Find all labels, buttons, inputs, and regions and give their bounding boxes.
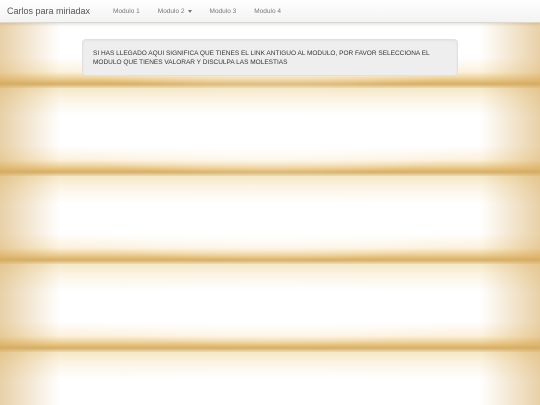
top-navbar: Carlos para miriadax Modulo 1 Modulo 2 M… bbox=[0, 0, 540, 23]
notice-text: SI HAS LLEGADO AQUI SIGNIFICA QUE TIENES… bbox=[93, 50, 430, 66]
nav-item-label: Modulo 2 bbox=[157, 7, 185, 15]
nav-item-label: Modulo 1 bbox=[113, 7, 140, 15]
nav-item-modulo-1[interactable]: Modulo 1 bbox=[104, 8, 149, 15]
navbar-brand[interactable]: Carlos para miriadax bbox=[0, 6, 104, 16]
caret-down-icon bbox=[187, 9, 192, 13]
nav-item-label: Modulo 3 bbox=[209, 7, 237, 15]
notice-panel: SI HAS LLEGADO AQUI SIGNIFICA QUE TIENES… bbox=[82, 39, 458, 76]
nav-item-label: Modulo 4 bbox=[254, 7, 282, 15]
nav-item-modulo-3[interactable]: Modulo 3 bbox=[201, 8, 246, 15]
nav-item-modulo-2-dropdown[interactable]: Modulo 2 bbox=[149, 8, 201, 15]
nav-item-modulo-4[interactable]: Modulo 4 bbox=[245, 8, 290, 15]
